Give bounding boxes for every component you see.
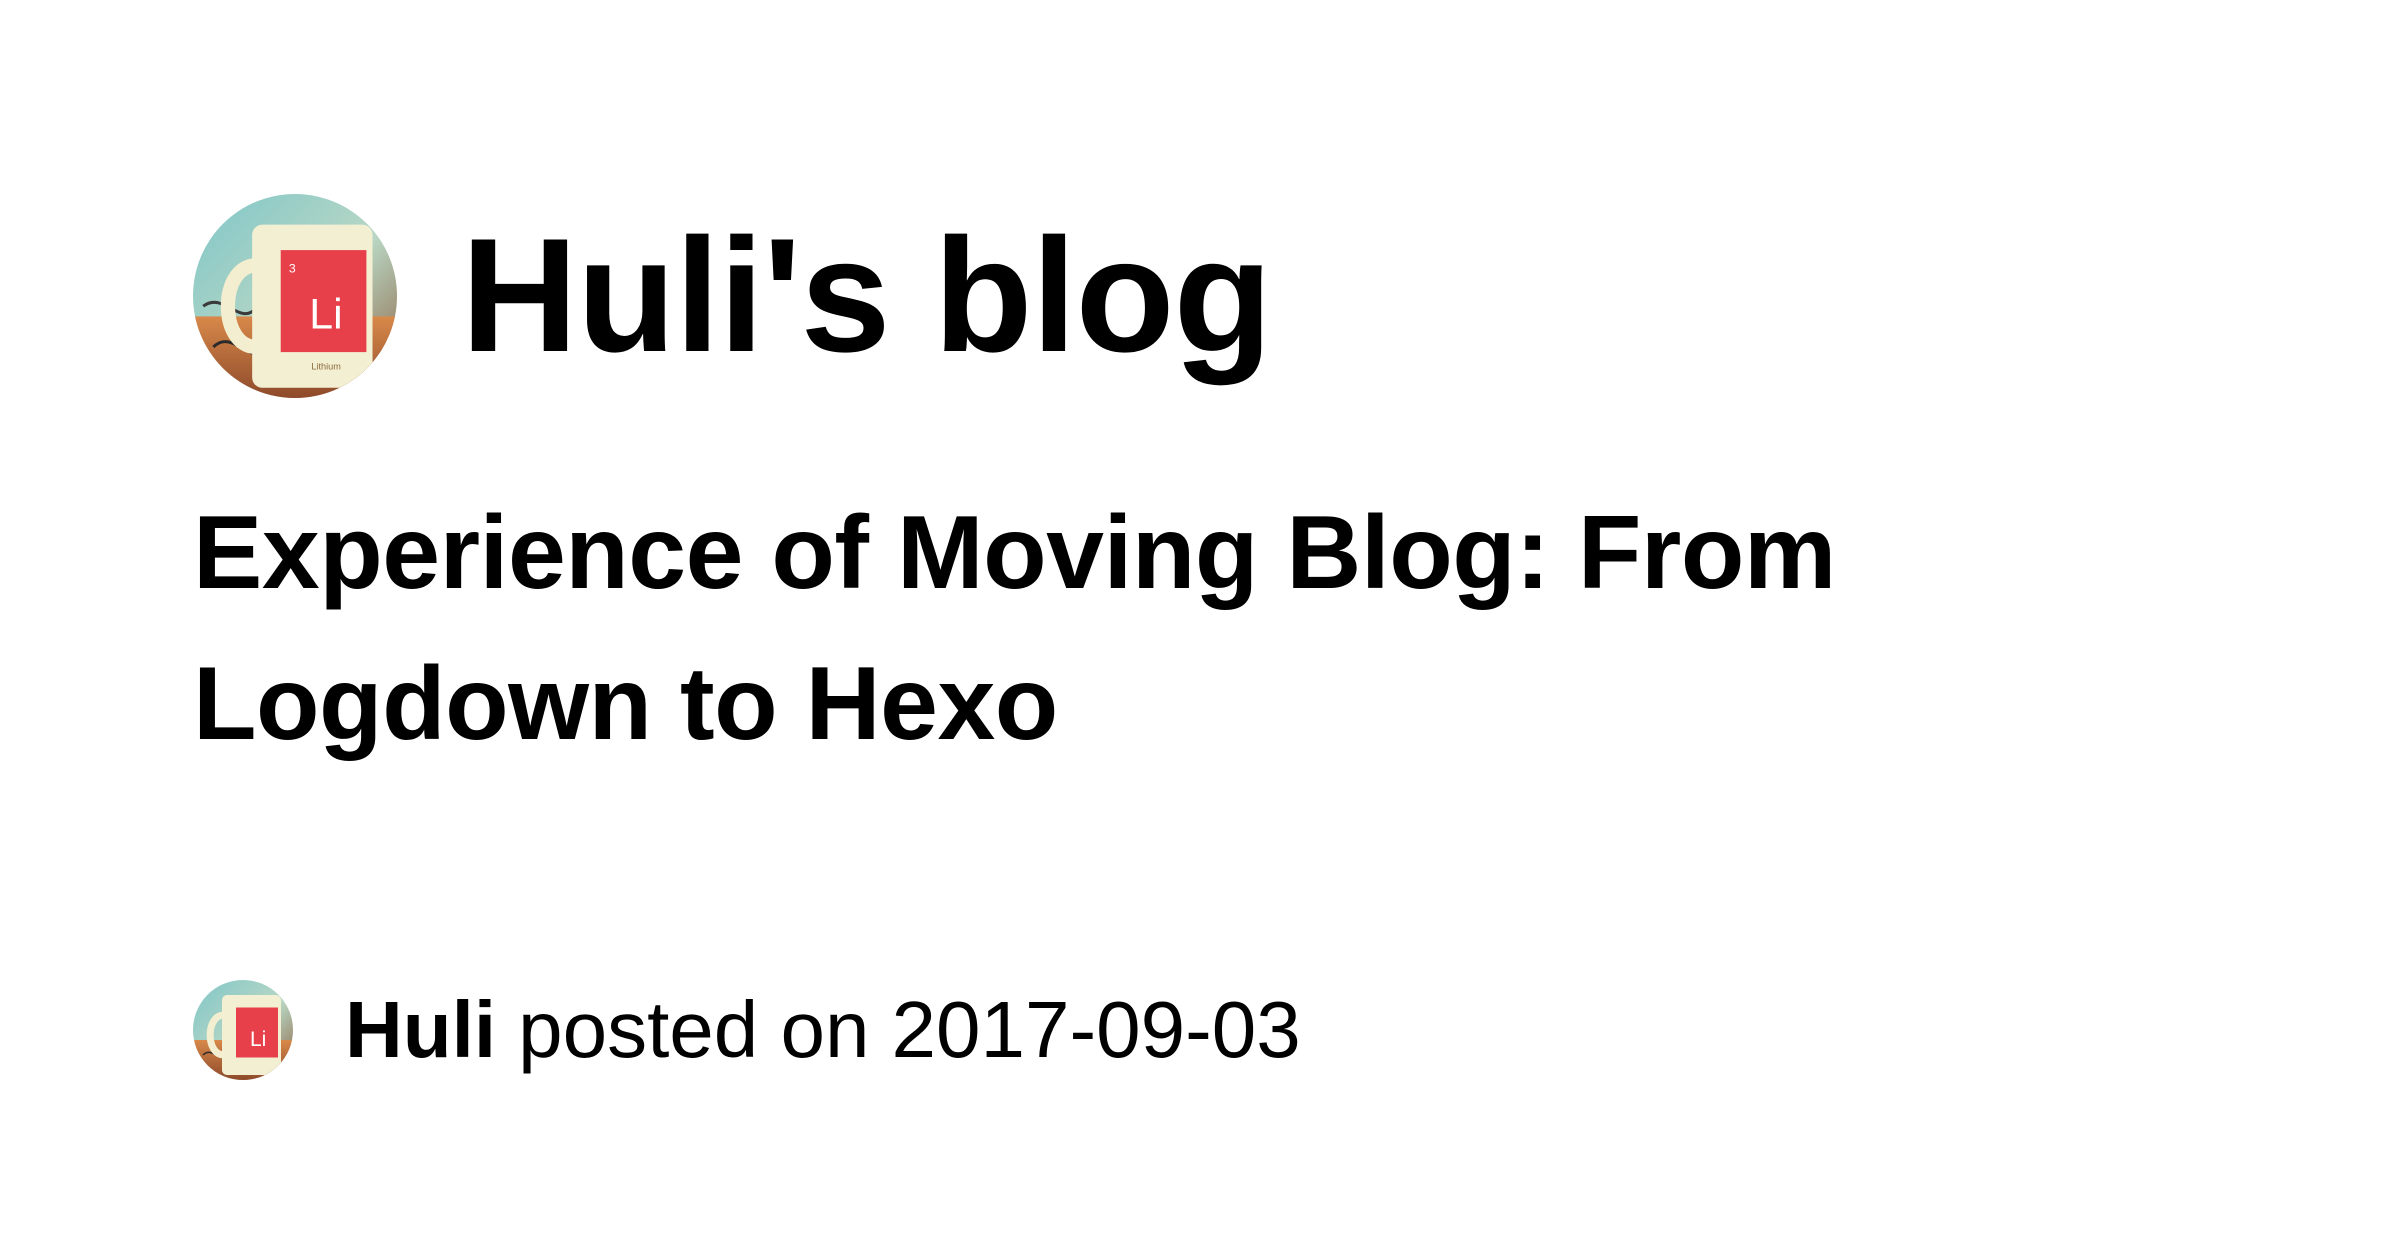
author-avatar[interactable]: Li [193, 980, 293, 1080]
author-name[interactable]: Huli [345, 990, 496, 1070]
svg-text:3: 3 [289, 262, 296, 276]
posted-on-label: posted on [518, 985, 870, 1074]
site-avatar[interactable]: 3 Li Lithium [193, 194, 397, 398]
post-title[interactable]: Experience of Moving Blog: From Logdown … [193, 478, 2293, 780]
site-title[interactable]: Huli's blog [461, 215, 1272, 377]
post-date: 2017-09-03 [891, 985, 1301, 1074]
svg-text:Lithium: Lithium [311, 361, 341, 371]
svg-text:Li: Li [309, 291, 342, 339]
site-header: 3 Li Lithium Huli's blog [193, 193, 1272, 399]
avatar-mug-icon: 3 Li Lithium [193, 194, 397, 398]
svg-text:Li: Li [250, 1028, 266, 1051]
avatar-mug-icon: Li [193, 980, 293, 1080]
post-byline: Li Huli posted on 2017-09-03 [193, 978, 1301, 1082]
